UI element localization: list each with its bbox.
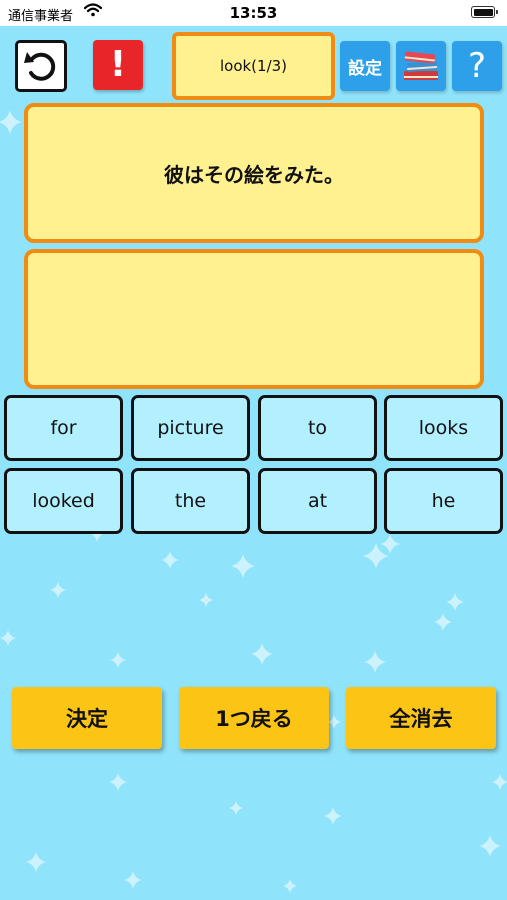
status-time: 13:53: [229, 4, 278, 22]
settings-button[interactable]: 設定: [340, 41, 390, 91]
word-tile-looked[interactable]: looked: [4, 468, 123, 534]
books-icon: [404, 51, 438, 80]
dictionary-button[interactable]: [396, 41, 446, 91]
question-card: 彼はその絵をみた。: [24, 103, 484, 243]
word-tile-the[interactable]: the: [131, 468, 250, 534]
status-bar: 通信事業者 13:53: [0, 0, 507, 26]
answer-card[interactable]: [24, 249, 484, 389]
word-tile-at[interactable]: at: [258, 468, 377, 534]
report-button[interactable]: !: [93, 40, 143, 90]
help-button[interactable]: ?: [452, 41, 502, 91]
word-tile-he[interactable]: he: [384, 468, 503, 534]
word-progress-label: look(1/3): [172, 32, 335, 100]
word-tile-to[interactable]: to: [258, 395, 377, 461]
clear-all-button[interactable]: 全消去: [346, 687, 496, 749]
undo-icon: [24, 52, 56, 81]
undo-button[interactable]: [15, 40, 67, 92]
word-tile-looks[interactable]: looks: [384, 395, 503, 461]
question-text: 彼はその絵をみた。: [164, 162, 344, 187]
battery-icon: [471, 6, 498, 18]
confirm-button[interactable]: 決定: [12, 687, 162, 749]
word-tile-picture[interactable]: picture: [131, 395, 250, 461]
back-one-button[interactable]: 1つ戻る: [179, 687, 329, 749]
word-tile-for[interactable]: for: [4, 395, 123, 461]
